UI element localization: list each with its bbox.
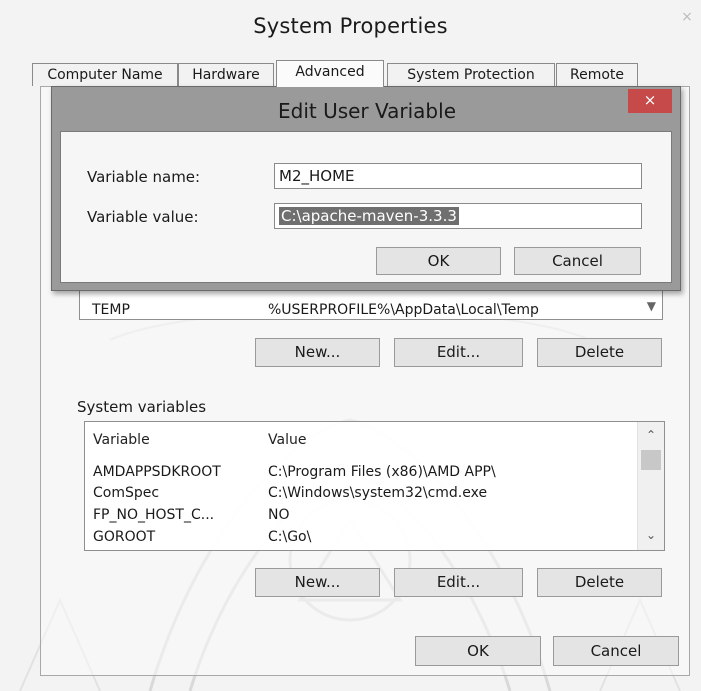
table-row[interactable]: FP_NO_HOST_C... NO [85, 507, 637, 528]
variable-cell: ComSpec [93, 485, 160, 501]
system-variables-list[interactable]: Variable Value AMDAPPSDKROOT C:\Program … [84, 421, 665, 551]
window-title: System Properties [253, 14, 448, 38]
table-row[interactable]: ComSpec C:\Windows\system32\cmd.exe [85, 485, 637, 506]
variable-value-field[interactable]: C:\apache-maven-3.3.3 [274, 203, 642, 229]
ok-button[interactable]: OK [415, 636, 541, 666]
dialog-cancel-button[interactable]: Cancel [514, 247, 641, 275]
system-new-button[interactable]: New... [255, 568, 380, 597]
user-variable-value: %USERPROFILE%\AppData\Local\Temp [268, 302, 539, 318]
dialog-ok-button[interactable]: OK [376, 247, 501, 275]
up-chevron-icon[interactable]: ⌃ [638, 428, 664, 442]
table-row[interactable]: GOROOT C:\Go\ [85, 529, 637, 550]
window-close-icon[interactable]: × [677, 6, 697, 28]
variable-value-selection: C:\apache-maven-3.3.3 [279, 207, 459, 225]
down-chevron-icon[interactable]: ⌄ [638, 528, 664, 542]
edit-user-variable-dialog: Edit User Variable × Variable name: M2_H… [51, 86, 681, 291]
user-edit-button[interactable]: Edit... [394, 338, 523, 367]
value-cell: C:\Windows\system32\cmd.exe [268, 485, 488, 501]
cancel-button[interactable]: Cancel [553, 636, 679, 666]
value-cell: NO [268, 507, 290, 523]
dialog-close-icon[interactable]: × [628, 89, 672, 113]
dialog-title: Edit User Variable [277, 99, 456, 123]
variable-name-label: Variable name: [87, 168, 201, 186]
system-edit-button[interactable]: Edit... [394, 568, 523, 597]
chevron-down-icon[interactable]: ▼ [647, 299, 656, 313]
value-cell: C:\Program Files (x86)\AMD APP\ [268, 464, 496, 480]
tab-hardware[interactable]: Hardware [178, 63, 274, 86]
value-cell: C:\Go\ [268, 529, 312, 545]
column-header-value[interactable]: Value [268, 432, 306, 448]
system-variables-label: System variables [77, 398, 207, 416]
tab-advanced[interactable]: Advanced [276, 60, 384, 87]
user-delete-button[interactable]: Delete [537, 338, 662, 367]
scrollbar-thumb[interactable] [641, 450, 661, 470]
tab-remote[interactable]: Remote [556, 63, 638, 86]
variable-name-field[interactable]: M2_HOME [274, 163, 642, 189]
variable-cell: AMDAPPSDKROOT [93, 464, 221, 480]
variable-cell: GOROOT [93, 529, 156, 545]
tab-system-protection[interactable]: System Protection [387, 63, 555, 86]
tab-computer-name[interactable]: Computer Name [32, 63, 178, 86]
column-header-variable[interactable]: Variable [93, 432, 150, 448]
system-delete-button[interactable]: Delete [537, 568, 662, 597]
vertical-scrollbar[interactable]: ⌃ ⌄ [637, 422, 664, 550]
variable-cell: FP_NO_HOST_C... [93, 507, 215, 523]
user-variable-name: TEMP [92, 302, 130, 318]
table-row[interactable]: AMDAPPSDKROOT C:\Program Files (x86)\AMD… [85, 464, 637, 485]
dialog-body: Variable name: M2_HOME Variable value: C… [60, 131, 672, 283]
variable-value-label: Variable value: [87, 208, 199, 226]
user-new-button[interactable]: New... [255, 338, 380, 367]
